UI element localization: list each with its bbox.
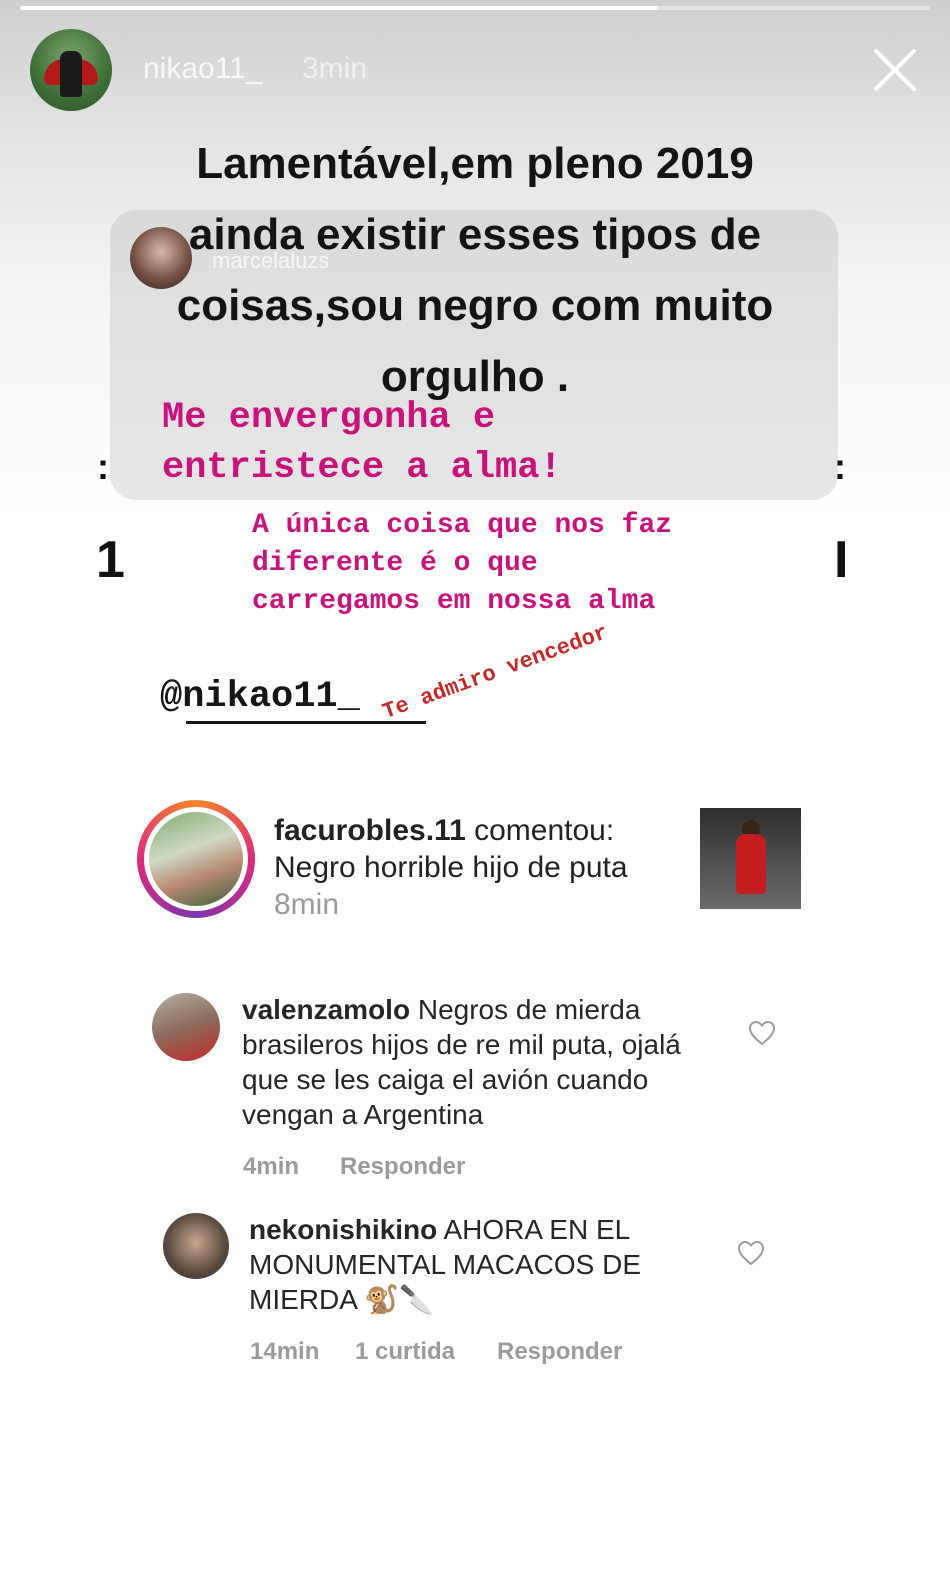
comment-time: 14min [250, 1338, 320, 1365]
comment-avatar[interactable] [163, 1213, 229, 1279]
reply-button[interactable]: Responder [497, 1338, 622, 1366]
story-timestamp: 3min [302, 52, 368, 85]
notification-time: 8min [274, 888, 340, 921]
comment-text: nekonishikino AHORA EN EL MONUMENTAL MAC… [249, 1212, 719, 1317]
edge-glyph-left-bottom: 1 [96, 531, 125, 589]
thumb-player-body [736, 834, 766, 894]
comment-avatar[interactable] [152, 993, 220, 1061]
notification-avatar-ring[interactable] [137, 800, 255, 918]
edge-glyph-right-top: : [834, 446, 846, 487]
post-thumbnail[interactable] [700, 808, 801, 909]
story-caption: Lamentável,em pleno 2019 ainda existir e… [176, 139, 774, 401]
comment-text: valenzamolo Negros de mierda brasileros … [242, 992, 712, 1132]
notification-action: comentou: [474, 814, 615, 847]
story-username[interactable]: nikao11_ [143, 52, 263, 86]
notification-text: facurobles.11 comentou: Negro horrible h… [274, 812, 674, 923]
comment-username[interactable]: valenzamolo [242, 994, 410, 1025]
notification-comment: Negro horrible hijo de puta [274, 851, 628, 884]
story-progress-fill [20, 6, 657, 10]
ring-inner [144, 807, 248, 911]
edge-glyph-right-bottom: I [834, 531, 849, 589]
comment-time: 4min [243, 1153, 300, 1180]
notification-avatar [149, 812, 243, 906]
comment-username[interactable]: nekonishikino [249, 1214, 437, 1245]
close-icon[interactable] [870, 45, 920, 95]
edge-glyph-left-top: : [97, 446, 109, 487]
avatar-figure [60, 51, 82, 97]
notification-username[interactable]: facurobles.11 [274, 814, 466, 847]
story-progress-bar [20, 6, 930, 10]
story-user-avatar[interactable] [30, 29, 112, 111]
heart-icon[interactable] [737, 1240, 765, 1266]
repost-text-secondary: A única coisa que nos faz diferente é o … [252, 510, 673, 617]
mention-tag[interactable]: @nikao11_ [160, 676, 360, 718]
handwritten-note: Te admiro vencedor [379, 620, 612, 725]
comment-likes[interactable]: 1 curtida [355, 1338, 455, 1366]
repost-text-primary: Me envergonha e entristece a alma! [162, 397, 562, 489]
heart-icon[interactable] [748, 1020, 776, 1046]
reply-button[interactable]: Responder [340, 1153, 465, 1181]
